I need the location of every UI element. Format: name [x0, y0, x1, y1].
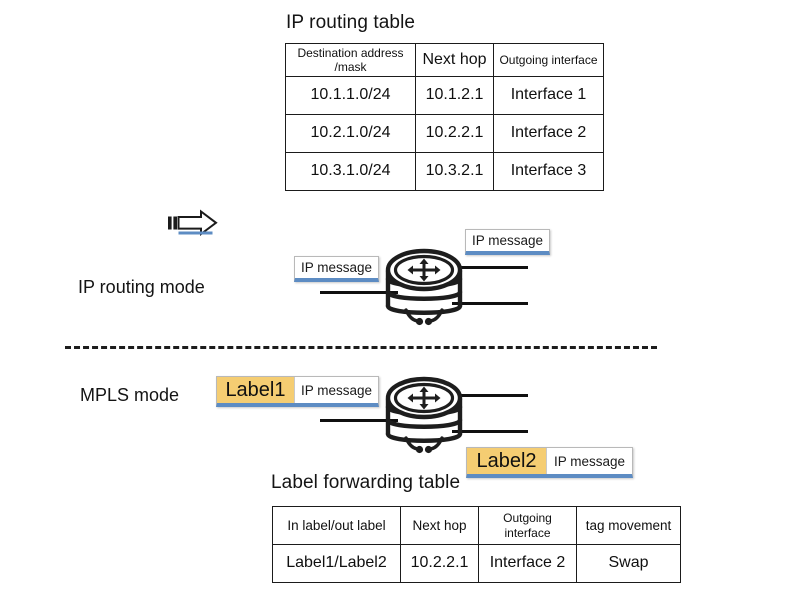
- header-next-hop: Next hop: [400, 506, 479, 545]
- mpls-mode-label: MPLS mode: [80, 385, 180, 405]
- cell-next-hop: 10.1.2.1: [415, 76, 494, 116]
- header-destination-line1: Destination address: [297, 46, 404, 60]
- cell-interface: Interface 2: [478, 544, 577, 583]
- router-icon: [382, 368, 466, 456]
- cell-tag-movement: Swap: [576, 544, 681, 583]
- ip-packet-outgoing-text: IP message: [466, 230, 549, 251]
- cell-destination: 10.1.1.0/24: [285, 76, 416, 116]
- ip-packet-incoming-text: IP message: [295, 257, 378, 278]
- ip-packet-outgoing: IP message: [465, 229, 550, 255]
- right-arrow-pointer-icon: [167, 209, 227, 239]
- label-forwarding-table: In label/out label Next hop Outgoing int…: [272, 506, 681, 583]
- ip-packet-incoming: IP message: [294, 256, 379, 282]
- mpls-packet-outgoing: Label2 IP message: [466, 447, 633, 478]
- header-outgoing-interface: Outgoing interface: [478, 506, 577, 545]
- router-icon: [382, 240, 466, 328]
- cell-interface: Interface 2: [493, 114, 604, 154]
- mpls-packet-incoming-label: Label1: [217, 377, 295, 403]
- header-in-out-label: In label/out label: [272, 506, 401, 545]
- table-row: Label1/Label2 10.2.2.1 Interface 2 Swap: [272, 544, 681, 583]
- cell-next-hop: 10.3.2.1: [415, 152, 494, 192]
- cell-destination: 10.2.1.0/24: [285, 114, 416, 154]
- table-row: 10.1.1.0/24 10.1.2.1 Interface 1: [285, 76, 604, 116]
- cell-interface: Interface 1: [493, 76, 604, 116]
- cell-destination: 10.3.1.0/24: [285, 152, 416, 192]
- header-next-hop: Next hop: [415, 42, 494, 78]
- cell-next-hop: 10.2.2.1: [400, 544, 479, 583]
- header-tag-movement: tag movement: [576, 506, 681, 545]
- header-destination-line2: /mask: [334, 60, 367, 75]
- table-header-row: Destination address /mask Next hop Outgo…: [285, 42, 604, 78]
- cell-in-out-label: Label1/Label2: [272, 544, 401, 583]
- mpls-packet-incoming-text: IP message: [294, 377, 378, 403]
- header-destination-address: Destination address /mask: [285, 42, 416, 78]
- ip-routing-table: Destination address /mask Next hop Outgo…: [285, 42, 604, 192]
- mpls-packet-outgoing-label: Label2: [467, 448, 547, 474]
- header-outgoing-interface: Outgoing interface: [493, 42, 604, 78]
- diagram-canvas: IP routing table Destination address /ma…: [0, 0, 800, 600]
- ip-routing-table-title: IP routing table: [286, 12, 416, 33]
- cell-interface: Interface 3: [493, 152, 604, 192]
- table-row: 10.3.1.0/24 10.3.2.1 Interface 3: [285, 152, 604, 192]
- mpls-packet-outgoing-text: IP message: [547, 448, 632, 474]
- table-header-row: In label/out label Next hop Outgoing int…: [272, 506, 681, 545]
- mpls-packet-incoming: Label1 IP message: [216, 376, 379, 407]
- table-row: 10.2.1.0/24 10.2.2.1 Interface 2: [285, 114, 604, 154]
- cell-next-hop: 10.2.2.1: [415, 114, 494, 154]
- ip-routing-mode-label: IP routing mode: [78, 277, 205, 297]
- label-forwarding-table-title: Label forwarding table: [271, 472, 461, 493]
- section-divider: [65, 346, 657, 349]
